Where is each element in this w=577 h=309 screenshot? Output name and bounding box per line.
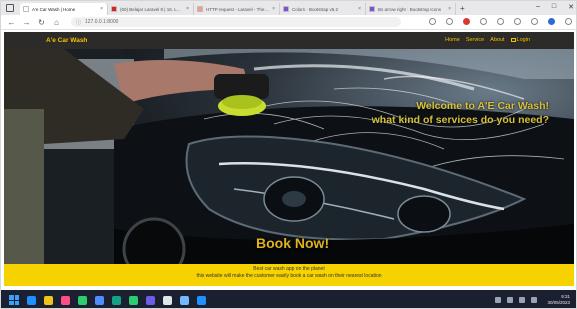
- collections-icon[interactable]: [531, 18, 538, 25]
- taskbar-app-icon[interactable]: [129, 295, 138, 305]
- tab-favicon-icon: [197, 6, 203, 12]
- footer-tagline: Best car wash app on the planet: [253, 266, 325, 272]
- forward-arrow-icon[interactable]: →: [22, 18, 31, 27]
- tab-close-icon[interactable]: ×: [100, 6, 103, 12]
- split-screen-icon[interactable]: [497, 18, 504, 25]
- tab-close-icon[interactable]: ×: [358, 6, 361, 12]
- nav-links: Home Service About Login: [445, 37, 530, 43]
- zoom-icon[interactable]: [429, 18, 436, 25]
- tab-favicon-icon: [111, 6, 117, 12]
- info-icon[interactable]: ⓘ: [76, 19, 81, 26]
- taskbar-app-icon[interactable]: [44, 295, 53, 305]
- address-bar-row: ← → ↻ ⌂ ⓘ 127.0.0.1:8000: [1, 15, 576, 30]
- home-icon[interactable]: ⌂: [52, 18, 61, 27]
- taskbar-app-icon[interactable]: [61, 295, 70, 305]
- hero-heading: Welcome to A'E Car Wash! what kind of se…: [349, 99, 549, 127]
- chevron-up-icon[interactable]: [495, 297, 502, 303]
- tab-title: HTTP request - Laravel - The PHP...: [206, 6, 269, 12]
- tab-close-icon[interactable]: ×: [448, 6, 451, 12]
- tab-strip: A'e Car Wash | Home × (60) Belajar Laravel…: [1, 1, 576, 15]
- url-text: 127.0.0.1:8000: [85, 19, 119, 25]
- browser-tab[interactable]: Colors · Bootstrap v5.2 ×: [280, 3, 366, 15]
- nav-login-label: Login: [516, 37, 530, 43]
- wifi-icon[interactable]: [507, 297, 514, 303]
- taskbar-app-icon[interactable]: [27, 295, 36, 305]
- maximize-icon[interactable]: □: [552, 3, 556, 11]
- nav-about-link[interactable]: About: [490, 37, 504, 43]
- site-navbar: A'e Car Wash Home Service About Login: [4, 32, 574, 49]
- login-icon: [510, 38, 516, 42]
- profile-avatar[interactable]: [548, 18, 555, 25]
- nav-login-link[interactable]: Login: [510, 37, 530, 43]
- browser-window: A'e Car Wash | Home × (60) Belajar Laravel…: [0, 0, 577, 309]
- browser-tab[interactable]: A'e Car Wash | Home ×: [20, 3, 108, 15]
- taskbar-app-icon[interactable]: [112, 295, 121, 305]
- browser-tab[interactable]: HTTP request - Laravel - The PHP...×: [194, 3, 280, 15]
- site-footer: Best car wash app on the planet this web…: [4, 264, 574, 286]
- window-menu-icon[interactable]: [6, 4, 14, 12]
- tab-close-icon[interactable]: ×: [272, 6, 275, 12]
- clock-date: 30/05/2023: [547, 300, 570, 305]
- tab-favicon-icon: [369, 6, 375, 12]
- tab-title: A'e Car Wash | Home: [32, 6, 76, 12]
- taskbar-app-icon[interactable]: [78, 295, 87, 305]
- tab-favicon-icon: [23, 6, 29, 12]
- nav-service-link[interactable]: Service: [466, 37, 484, 43]
- book-now-button[interactable]: Book Now!: [256, 235, 329, 251]
- tab-title: (60) Belajar Laravel 8 | 16. Lara...: [120, 6, 184, 12]
- browser-tab[interactable]: Bs arrow right · Bootstrap Icons ×: [366, 3, 456, 15]
- system-tray: 9:31 30/05/2023: [495, 294, 570, 306]
- reload-icon[interactable]: ↻: [37, 18, 46, 27]
- favorites-icon[interactable]: [514, 18, 521, 25]
- close-window-icon[interactable]: ✕: [568, 3, 574, 11]
- browser-tab[interactable]: (60) Belajar Laravel 8 | 16. Lara... ×: [108, 3, 194, 15]
- car-polishing-image: [4, 49, 574, 264]
- minimize-icon[interactable]: –: [536, 3, 540, 11]
- tab-favicon-icon: [283, 6, 289, 12]
- clock[interactable]: 9:31 30/05/2023: [547, 294, 570, 306]
- taskbar-app-icon[interactable]: [197, 295, 206, 305]
- extension-icon[interactable]: [463, 18, 470, 25]
- refresh-extension-icon[interactable]: [480, 18, 487, 25]
- tab-title: Bs arrow right · Bootstrap Icons: [378, 6, 442, 12]
- nav-home-link[interactable]: Home: [445, 37, 460, 43]
- hero-welcome-line: Welcome to A'E Car Wash!: [416, 100, 549, 112]
- toolbar-icons: [429, 18, 572, 25]
- hero-question-line: what kind of services do you need?: [371, 114, 549, 126]
- taskbar-app-icon[interactable]: [146, 295, 155, 305]
- more-options-icon[interactable]: [565, 18, 572, 25]
- taskbar-app-icon[interactable]: [163, 295, 172, 305]
- windows-start-icon[interactable]: [9, 295, 19, 305]
- footer-description: this website will make the customer easi…: [196, 273, 382, 279]
- taskbar-app-icon[interactable]: [95, 295, 104, 305]
- tab-title: Colors · Bootstrap v5.2: [292, 6, 339, 12]
- window-controls: – □ ✕: [536, 3, 574, 11]
- favorite-star-icon[interactable]: [446, 18, 453, 25]
- tab-close-icon[interactable]: ×: [186, 6, 189, 12]
- back-arrow-icon[interactable]: ←: [7, 18, 16, 27]
- hero-banner: Welcome to A'E Car Wash! what kind of se…: [4, 49, 574, 264]
- battery-icon[interactable]: [531, 297, 538, 303]
- url-input[interactable]: ⓘ 127.0.0.1:8000: [71, 17, 401, 27]
- brand-logo[interactable]: A'e Car Wash: [46, 37, 87, 44]
- windows-taskbar: 9:31 30/05/2023: [1, 290, 576, 308]
- new-tab-icon[interactable]: +: [460, 4, 465, 13]
- taskbar-app-icon[interactable]: [180, 295, 189, 305]
- volume-icon[interactable]: [519, 297, 526, 303]
